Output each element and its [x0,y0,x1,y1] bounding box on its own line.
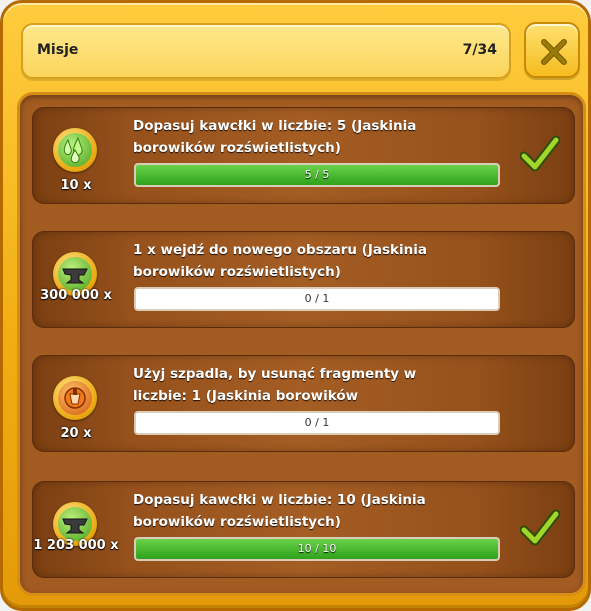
progress-bar: 5 / 5 [134,163,500,187]
close-button[interactable] [524,22,580,78]
mission-description: Dopasuj kawcłki w liczbie: 5 (Jaskinia b… [133,118,417,156]
progress-text: 5 / 5 [304,168,330,181]
reward-quantity: 10 x [60,178,92,193]
reward-medal [53,128,97,172]
reward-medal [53,376,97,420]
mission-description: 1 x wejdź do nowego obszaru (Jaskinia bo… [133,242,427,280]
mission-card: 10 x Dopasuj kawcłki w liczbie: 5 (Jaski… [32,107,575,204]
reward-quantity: 300 000 x [40,288,112,303]
progress-bar: 0 / 1 [134,287,500,311]
reward-quantity: 1 203 000 x [33,538,119,553]
progress-text: 10 / 10 [297,542,337,555]
reward-quantity: 20 x [60,426,92,441]
title-bar: Misje 7/34 [21,23,511,79]
progress-bar: 0 / 1 [134,411,500,435]
checkmark-icon [520,135,560,172]
missions-list: 10 x Dopasuj kawcłki w liczbie: 5 (Jaski… [17,92,586,596]
window-title: Misje [37,42,79,58]
close-icon [541,39,567,65]
green-drops-icon [63,136,83,164]
mission-card: 20 x Użyj szpadla, by usunąć fragmenty w… [32,355,575,452]
progress-text: 0 / 1 [304,292,330,305]
progress-bar: 10 / 10 [134,537,500,561]
mission-card: 300 000 x 1 x wejdź do nowego obszaru (J… [32,231,575,328]
shovel-tool-icon [64,387,86,409]
mission-card: 1 203 000 x Dopasuj kawcłki w liczbie: 1… [32,481,575,578]
checkmark-icon [520,509,560,546]
progress-text: 0 / 1 [304,416,330,429]
missions-window: Misje 7/34 10 x Dopasuj kawcłki w liczbi… [0,0,591,611]
mission-description: Dopasuj kawcłki w liczbie: 10 (Jaskinia … [133,492,426,530]
mission-counter: 7/34 [462,42,497,58]
